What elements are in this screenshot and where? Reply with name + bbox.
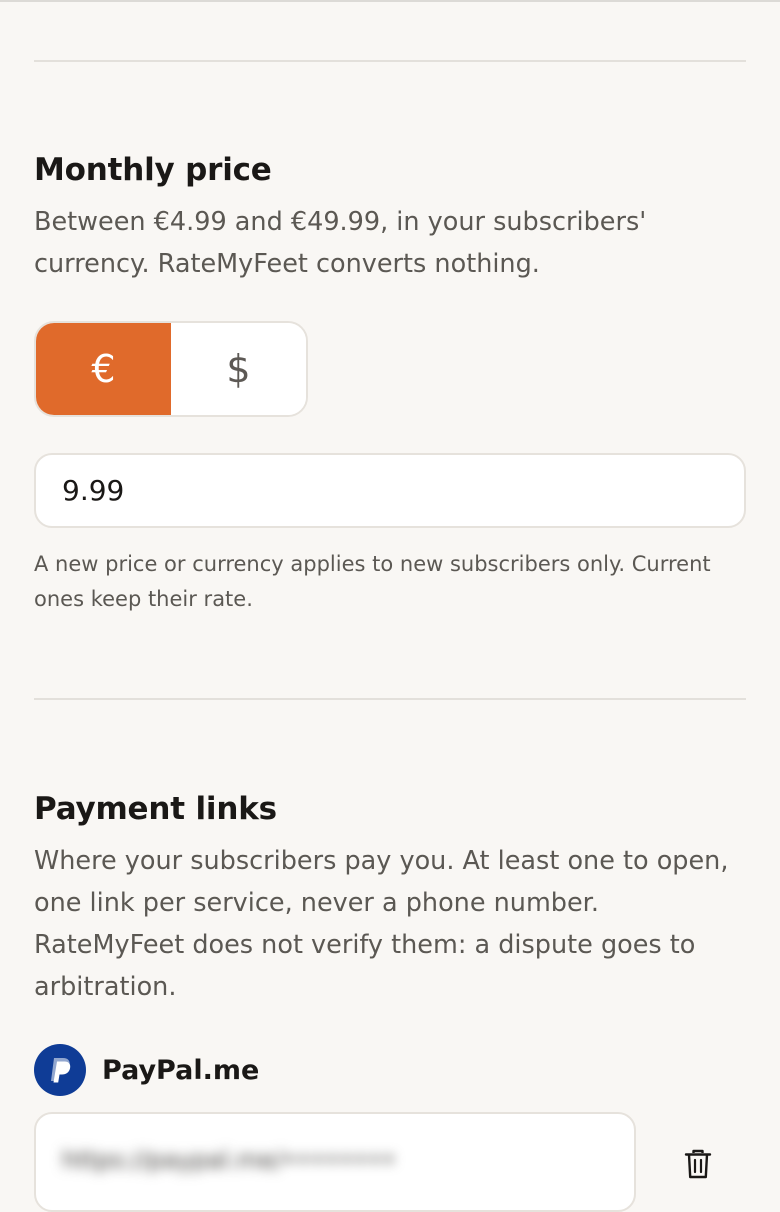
paypal-service-row: PayPal.me	[34, 1043, 259, 1097]
currency-option-euro[interactable]: €	[36, 323, 171, 415]
paypal-link-field	[34, 1112, 636, 1212]
price-help-text: A new price or currency applies to new s…	[34, 552, 711, 611]
trash-icon	[684, 1149, 712, 1179]
section-divider	[34, 698, 746, 700]
payment-links-description: Where your subscribers pay you. At least…	[34, 846, 729, 1002]
paypal-link-input[interactable]	[62, 1142, 502, 1178]
monthly-price-description: Between €4.99 and €49.99, in your subscr…	[34, 207, 647, 279]
currency-option-dollar[interactable]: $	[171, 323, 306, 415]
currency-toggle: € $	[34, 321, 308, 417]
payment-links-title: Payment links	[34, 791, 277, 827]
monthly-price-title: Monthly price	[34, 152, 272, 188]
delete-link-button[interactable]	[672, 1138, 724, 1190]
paypal-service-name: PayPal.me	[102, 1054, 260, 1086]
paypal-icon	[34, 1044, 86, 1096]
section-divider	[34, 60, 746, 62]
top-border	[0, 0, 780, 2]
price-input[interactable]	[34, 453, 746, 528]
